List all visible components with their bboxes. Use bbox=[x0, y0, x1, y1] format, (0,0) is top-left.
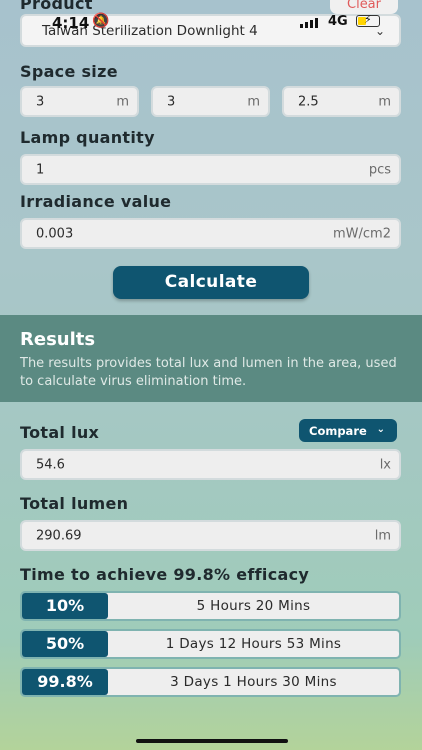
calculate-button[interactable]: Calculate bbox=[113, 266, 309, 299]
product-label: Product bbox=[20, 0, 93, 13]
irradiance-input[interactable]: 0.003 mW/cm2 bbox=[20, 218, 401, 249]
efficacy-time: 5 Hours 20 Mins bbox=[196, 598, 311, 614]
total-lumen-label: Total lumen bbox=[20, 494, 129, 513]
efficacy-label: Time to achieve 99.8% efficacy bbox=[20, 565, 310, 584]
clear-button[interactable]: Clear bbox=[330, 0, 398, 14]
space-width-value: 3 bbox=[167, 94, 176, 109]
space-height-input[interactable]: 2.5 m bbox=[282, 86, 401, 117]
network-type: 4G bbox=[328, 14, 348, 29]
cellular-signal-icon bbox=[300, 16, 320, 28]
total-lumen-field: 290.69 lm bbox=[20, 520, 401, 551]
battery-icon: ⚡ bbox=[356, 13, 380, 27]
space-width-input[interactable]: 3 m bbox=[151, 86, 270, 117]
efficacy-percent: 99.8% bbox=[22, 669, 108, 695]
space-size-label: Space size bbox=[20, 62, 118, 81]
efficacy-percent: 50% bbox=[22, 631, 108, 657]
efficacy-time: 1 Days 12 Hours 53 Mins bbox=[165, 636, 342, 652]
efficacy-row: 50% 1 Days 12 Hours 53 Mins bbox=[20, 629, 401, 659]
efficacy-time: 3 Days 1 Hours 30 Mins bbox=[170, 674, 337, 690]
irradiance-value: 0.003 bbox=[36, 226, 74, 241]
home-indicator[interactable] bbox=[136, 739, 288, 743]
compare-label: Compare bbox=[309, 424, 367, 438]
total-lux-value: 54.6 bbox=[36, 457, 65, 472]
space-height-value: 2.5 bbox=[298, 94, 319, 109]
compare-dropdown-button[interactable]: Compare ⌄ bbox=[299, 419, 397, 442]
irradiance-unit: mW/cm2 bbox=[333, 226, 391, 241]
chevron-down-icon: ⌄ bbox=[376, 424, 385, 435]
efficacy-row: 99.8% 3 Days 1 Hours 30 Mins bbox=[20, 667, 401, 697]
lamp-quantity-input[interactable]: 1 pcs bbox=[20, 154, 401, 185]
total-lux-label: Total lux bbox=[20, 423, 100, 442]
status-time: 4:14 bbox=[52, 14, 90, 32]
efficacy-percent: 10% bbox=[22, 593, 108, 619]
lamp-quantity-value: 1 bbox=[36, 162, 45, 177]
space-height-unit: m bbox=[378, 94, 391, 109]
lamp-quantity-label: Lamp quantity bbox=[20, 128, 155, 147]
results-description: The results provides total lux and lumen… bbox=[20, 356, 397, 389]
total-lumen-value: 290.69 bbox=[36, 528, 82, 543]
total-lux-unit: lx bbox=[379, 457, 391, 472]
irradiance-label: Irradiance value bbox=[20, 192, 172, 211]
total-lumen-unit: lm bbox=[374, 528, 391, 543]
space-length-input[interactable]: 3 m bbox=[20, 86, 139, 117]
results-title: Results bbox=[20, 329, 96, 350]
space-length-unit: m bbox=[116, 94, 129, 109]
bell-slash-icon: 🔕 bbox=[92, 13, 110, 29]
space-width-unit: m bbox=[247, 94, 260, 109]
space-length-value: 3 bbox=[36, 94, 45, 109]
lamp-quantity-unit: pcs bbox=[368, 162, 391, 177]
efficacy-row: 10% 5 Hours 20 Mins bbox=[20, 591, 401, 621]
total-lux-field: 54.6 lx bbox=[20, 449, 401, 480]
